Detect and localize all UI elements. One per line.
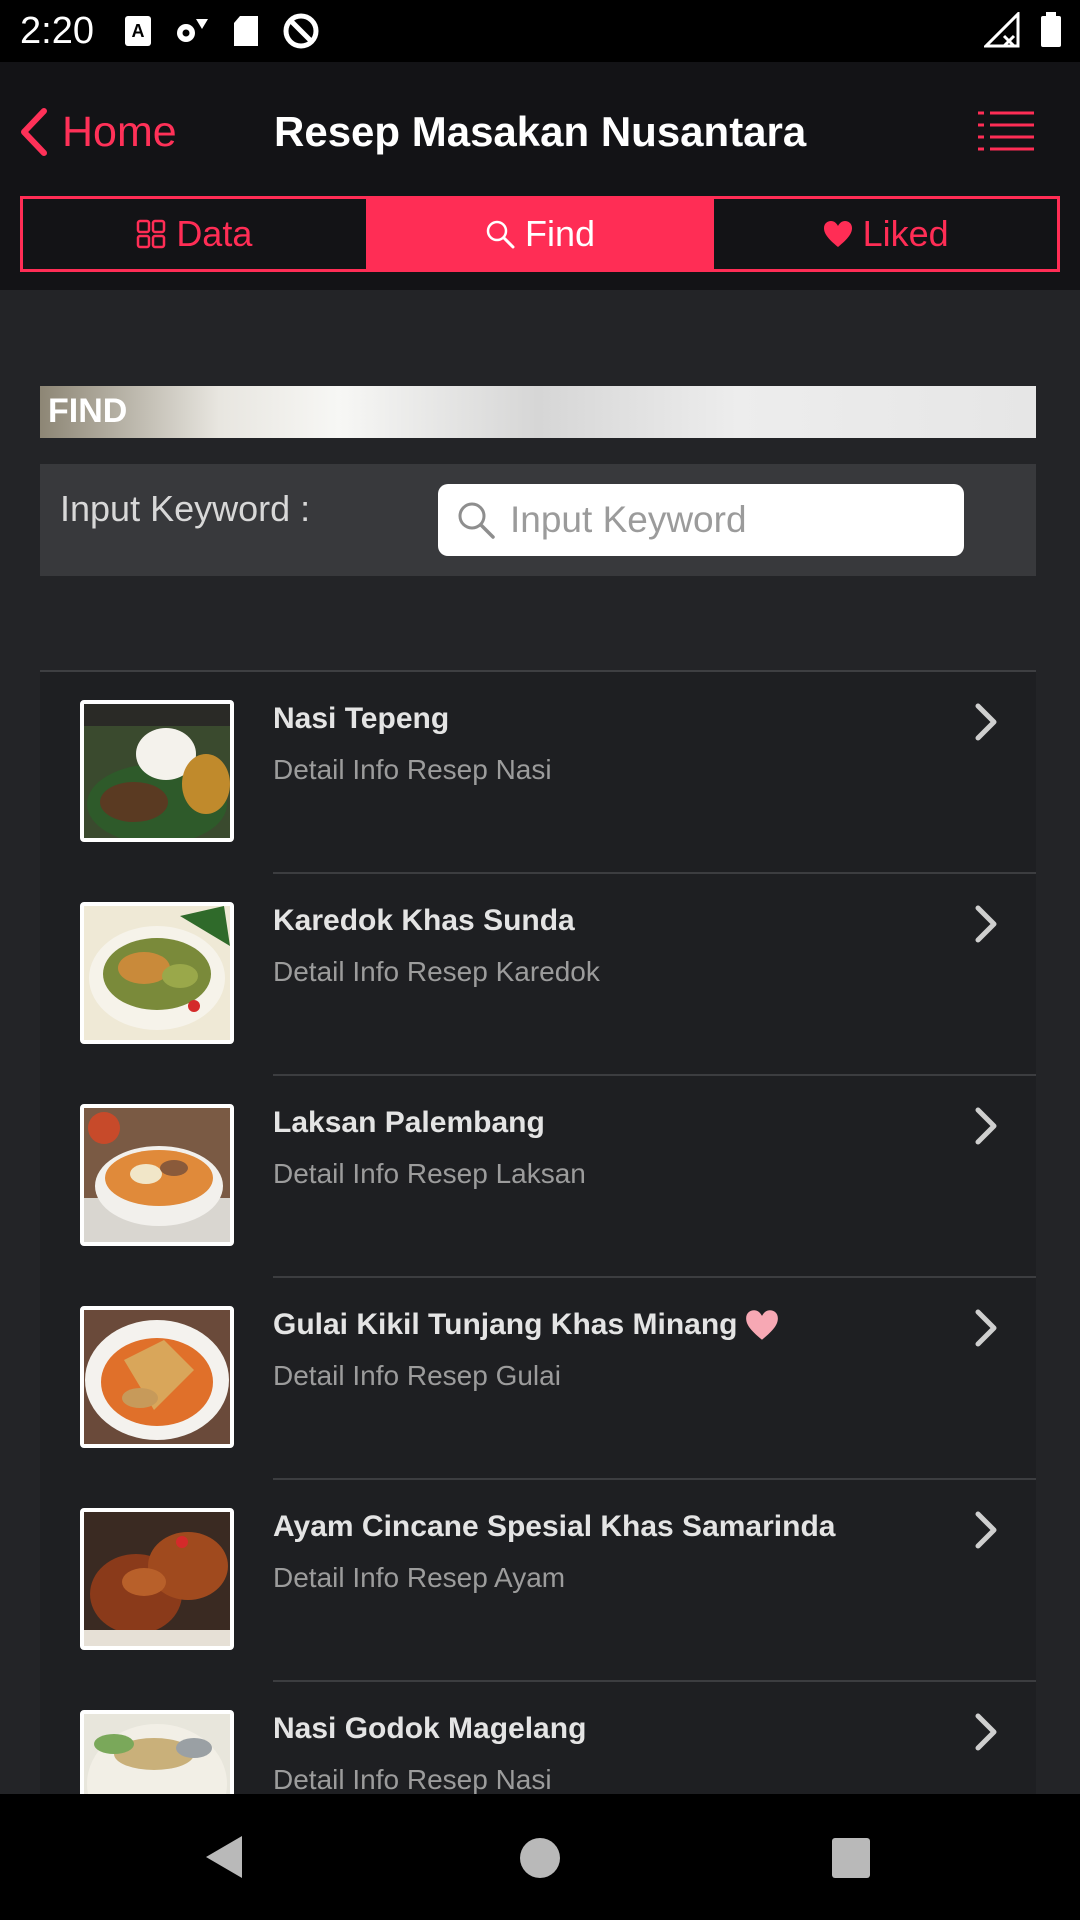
recipe-title: Karedok Khas Sunda (273, 904, 575, 937)
liked-heart-icon (746, 1310, 779, 1340)
search-box[interactable] (438, 484, 964, 556)
back-label: Home (62, 107, 177, 156)
status-time: 2:20 (20, 10, 94, 52)
no-disturb-icon (283, 13, 319, 49)
status-icons-left: A (124, 12, 320, 50)
tab-find[interactable]: Find (365, 199, 712, 269)
recipe-title: Nasi Godok Magelang (273, 1712, 587, 1745)
back-home-button[interactable]: Home (18, 96, 177, 168)
nav-header: Home Resep Masakan Nusantara Data Find L… (0, 62, 1080, 290)
recipe-subtitle: Detail Info Resep Ayam (273, 1562, 566, 1593)
search-icon (486, 220, 515, 249)
battery-icon (1041, 12, 1061, 47)
home-icon[interactable] (520, 1838, 560, 1878)
recipe-title: Gulai Kikil Tunjang Khas Minang (273, 1308, 779, 1342)
chevron-right-icon (975, 703, 997, 741)
nasi-tepeng-photo (80, 700, 234, 842)
chevron-right-icon (975, 1713, 997, 1751)
list-item[interactable]: Nasi Godok Magelang Detail Info Resep Na… (40, 1682, 1036, 1794)
tab-liked-label: Liked (862, 213, 949, 254)
tab-find-label: Find (524, 213, 596, 254)
chevron-left-icon (21, 108, 47, 156)
recents-icon[interactable] (832, 1838, 870, 1878)
settings-gear-icon (177, 19, 208, 42)
status-bar: 2:20 A (0, 0, 1080, 62)
recipe-subtitle: Detail Info Resep Karedok (273, 956, 600, 987)
recipe-subtitle: Detail Info Resep Gulai (273, 1360, 561, 1391)
recipe-subtitle: Detail Info Resep Nasi (273, 754, 552, 785)
svg-text:A: A (132, 21, 145, 41)
sd-card-icon (234, 16, 258, 46)
keyboard-a-icon: A (125, 16, 151, 46)
heart-icon (823, 221, 852, 247)
grid-icon (137, 219, 166, 249)
recipe-title: Laksan Palembang (273, 1106, 545, 1139)
tab-liked[interactable]: Liked (711, 199, 1057, 269)
content-area: FIND Input Keyword : Nasi Tepeng Detail … (0, 290, 1080, 1794)
list-menu-button[interactable] (976, 100, 1036, 160)
back-icon[interactable] (204, 1834, 244, 1880)
signal-no-data-icon (984, 12, 1020, 48)
recipe-title: Nasi Tepeng (273, 702, 450, 735)
gulai-photo (80, 1306, 234, 1448)
list-item[interactable]: Karedok Khas Sunda Detail Info Resep Kar… (40, 874, 1036, 1076)
laksan-photo (80, 1104, 234, 1246)
tab-data[interactable]: Data (23, 199, 366, 269)
nasi-godok-photo (80, 1710, 234, 1794)
tab-data-label: Data (176, 213, 253, 254)
recipe-subtitle: Detail Info Resep Nasi (273, 1764, 552, 1794)
page-title: Resep Masakan Nusantara (274, 108, 807, 155)
tab-bar: Data Find Liked (20, 196, 1060, 272)
ayam-photo (80, 1508, 234, 1650)
chevron-right-icon (975, 1511, 997, 1549)
recipe-subtitle: Detail Info Resep Laksan (273, 1158, 586, 1189)
status-icons-right (984, 12, 1062, 48)
find-row: Input Keyword : (40, 464, 1036, 576)
karedok-photo (80, 902, 234, 1044)
search-icon (458, 502, 495, 539)
list-item[interactable]: Nasi Tepeng Detail Info Resep Nasi (40, 672, 1036, 874)
keyword-label: Input Keyword : (60, 488, 311, 529)
chevron-right-icon (975, 905, 997, 943)
list-menu-icon (978, 111, 1034, 151)
list-item[interactable]: Laksan Palembang Detail Info Resep Laksa… (40, 1076, 1036, 1278)
list-item[interactable]: Gulai Kikil Tunjang Khas Minang Detail I… (40, 1278, 1036, 1480)
find-section-header: FIND (40, 386, 1036, 438)
chevron-right-icon (975, 1309, 997, 1347)
recipe-title: Ayam Cincane Spesial Khas Samarinda (273, 1510, 836, 1543)
search-input[interactable] (510, 494, 950, 546)
find-section-title: FIND (48, 392, 128, 430)
chevron-right-icon (975, 1107, 997, 1145)
recipe-list: Nasi Tepeng Detail Info Resep Nasi Kared… (40, 670, 1036, 1794)
system-nav-bar (0, 1794, 1080, 1920)
list-item[interactable]: Ayam Cincane Spesial Khas Samarinda Deta… (40, 1480, 1036, 1682)
